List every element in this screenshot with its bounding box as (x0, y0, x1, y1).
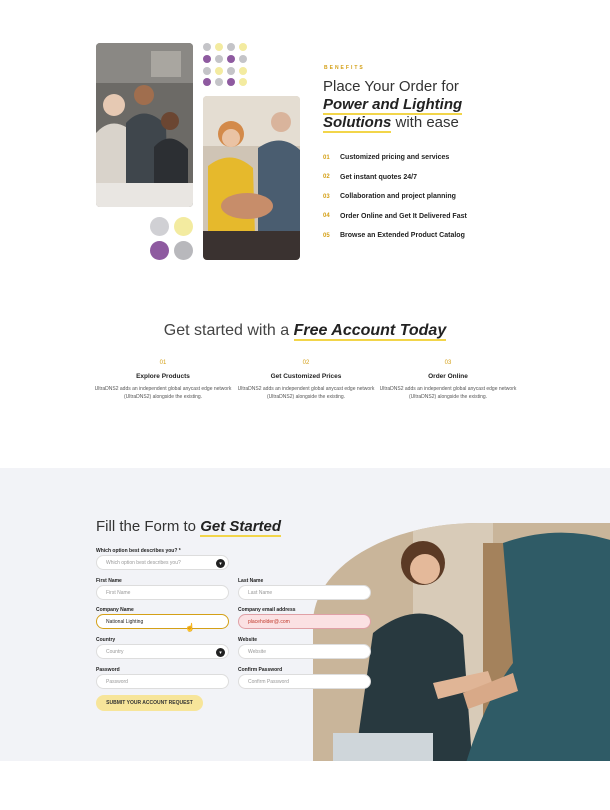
form-title-highlight: Get Started (200, 518, 282, 537)
company-email-label: Company email address (238, 607, 296, 613)
submit-account-request-button[interactable]: SUBMIT YOUR ACCOUNT REQUEST (96, 695, 203, 711)
website-field[interactable]: Website (238, 644, 371, 659)
benefit-label: Get instant quotes 24/7 (340, 173, 418, 181)
benefits-title: Place Your Order for Power and Lighting … (323, 78, 573, 133)
company-email-value: placeholder@.com (248, 618, 290, 625)
first-name-field[interactable]: First Name (96, 585, 229, 600)
confirm-password-placeholder: Confirm Password (248, 678, 289, 685)
step-description: UltraDNS2 adds an independent global any… (379, 386, 517, 400)
benefit-label: Customized pricing and services (340, 154, 450, 162)
chevron-down-icon: ▾ (216, 648, 225, 657)
benefit-label: Collaboration and project planning (340, 193, 456, 201)
benefits-title-tail: with ease (395, 114, 459, 131)
benefit-number: 03 (323, 193, 330, 200)
benefits-title-highlight-1: Power and Lighting (323, 96, 463, 115)
step-number: 03 (444, 360, 452, 366)
last-name-placeholder: Last Name (248, 589, 273, 596)
benefit-item: 03 Collaboration and project planning (323, 187, 467, 207)
confirm-password-field[interactable]: Confirm Password (238, 674, 371, 689)
get-started-title: Get started with a Free Account Today (0, 322, 610, 341)
benefit-item: 02 Get instant quotes 24/7 (323, 168, 467, 188)
benefit-number: 04 (323, 213, 330, 220)
signup-form-section: Fill the Form to Get Started Which optio… (0, 468, 610, 761)
benefit-label: Browse an Extended Product Catalog (340, 232, 465, 240)
get-started-title-plain: Get started with a (163, 322, 290, 339)
company-name-label: Company Name (96, 607, 134, 613)
step-heading: Explore Products (136, 373, 190, 380)
benefit-item: 05 Browse an Extended Product Catalog (323, 226, 467, 246)
country-select[interactable]: Country ▾ (96, 644, 229, 659)
benefit-number: 01 (323, 154, 330, 161)
benefit-item: 01 Customized pricing and services (323, 148, 467, 168)
password-placeholder: Password (106, 678, 128, 685)
benefits-eyebrow: BENEFITS (324, 65, 365, 71)
describe-label: Which option best describes you? * (96, 548, 181, 554)
password-label: Password (96, 667, 120, 673)
company-name-field[interactable]: National Lighting (96, 614, 229, 629)
describe-select-value: Which option best describes you? (106, 559, 181, 566)
confirm-password-label: Confirm Password (238, 667, 283, 673)
step-card: 02 Get Customized Prices UltraDNS2 adds … (236, 360, 376, 401)
last-name-label: Last Name (238, 578, 264, 584)
first-name-placeholder: First Name (106, 589, 131, 596)
step-card: 03 Order Online UltraDNS2 adds an indepe… (378, 360, 518, 401)
team-meeting-photo (96, 43, 193, 207)
benefits-title-line1: Place Your Order for (323, 78, 459, 95)
benefit-label: Order Online and Get It Delivered Fast (340, 212, 467, 220)
step-card: 01 Explore Products UltraDNS2 adds an in… (93, 360, 233, 401)
get-started-title-highlight: Free Account Today (293, 322, 447, 341)
first-name-label: First Name (96, 578, 122, 584)
hand-cursor-icon: ☝ (185, 623, 195, 632)
step-description: UltraDNS2 adds an independent global any… (237, 386, 375, 400)
step-number: 02 (302, 360, 310, 366)
chevron-down-icon: ▾ (216, 559, 225, 568)
company-email-field[interactable]: placeholder@.com (238, 614, 371, 629)
benefit-number: 02 (323, 174, 330, 181)
company-name-value: National Lighting (106, 618, 144, 625)
form-title-plain: Fill the Form to (96, 518, 197, 535)
describe-select[interactable]: Which option best describes you? ▾ (96, 555, 229, 570)
last-name-field[interactable]: Last Name (238, 585, 371, 600)
step-description: UltraDNS2 adds an independent global any… (94, 386, 232, 400)
password-field[interactable]: Password (96, 674, 229, 689)
country-select-value: Country (106, 648, 124, 655)
benefit-list: 01 Customized pricing and services 02 Get … (323, 148, 467, 246)
benefits-title-highlight-2: Solutions (323, 114, 392, 133)
website-label: Website (238, 637, 258, 643)
step-heading: Order Online (428, 373, 468, 380)
handshake-photo (313, 523, 610, 761)
team-hands-photo (203, 96, 300, 260)
step-number: 01 (159, 360, 167, 366)
country-label: Country (96, 637, 116, 643)
step-heading: Get Customized Prices (270, 373, 342, 380)
form-title: Fill the Form to Get Started (96, 518, 282, 537)
website-placeholder: Website (248, 648, 266, 655)
benefit-number: 05 (323, 232, 330, 239)
benefit-item: 04 Order Online and Get It Delivered Fast (323, 207, 467, 227)
